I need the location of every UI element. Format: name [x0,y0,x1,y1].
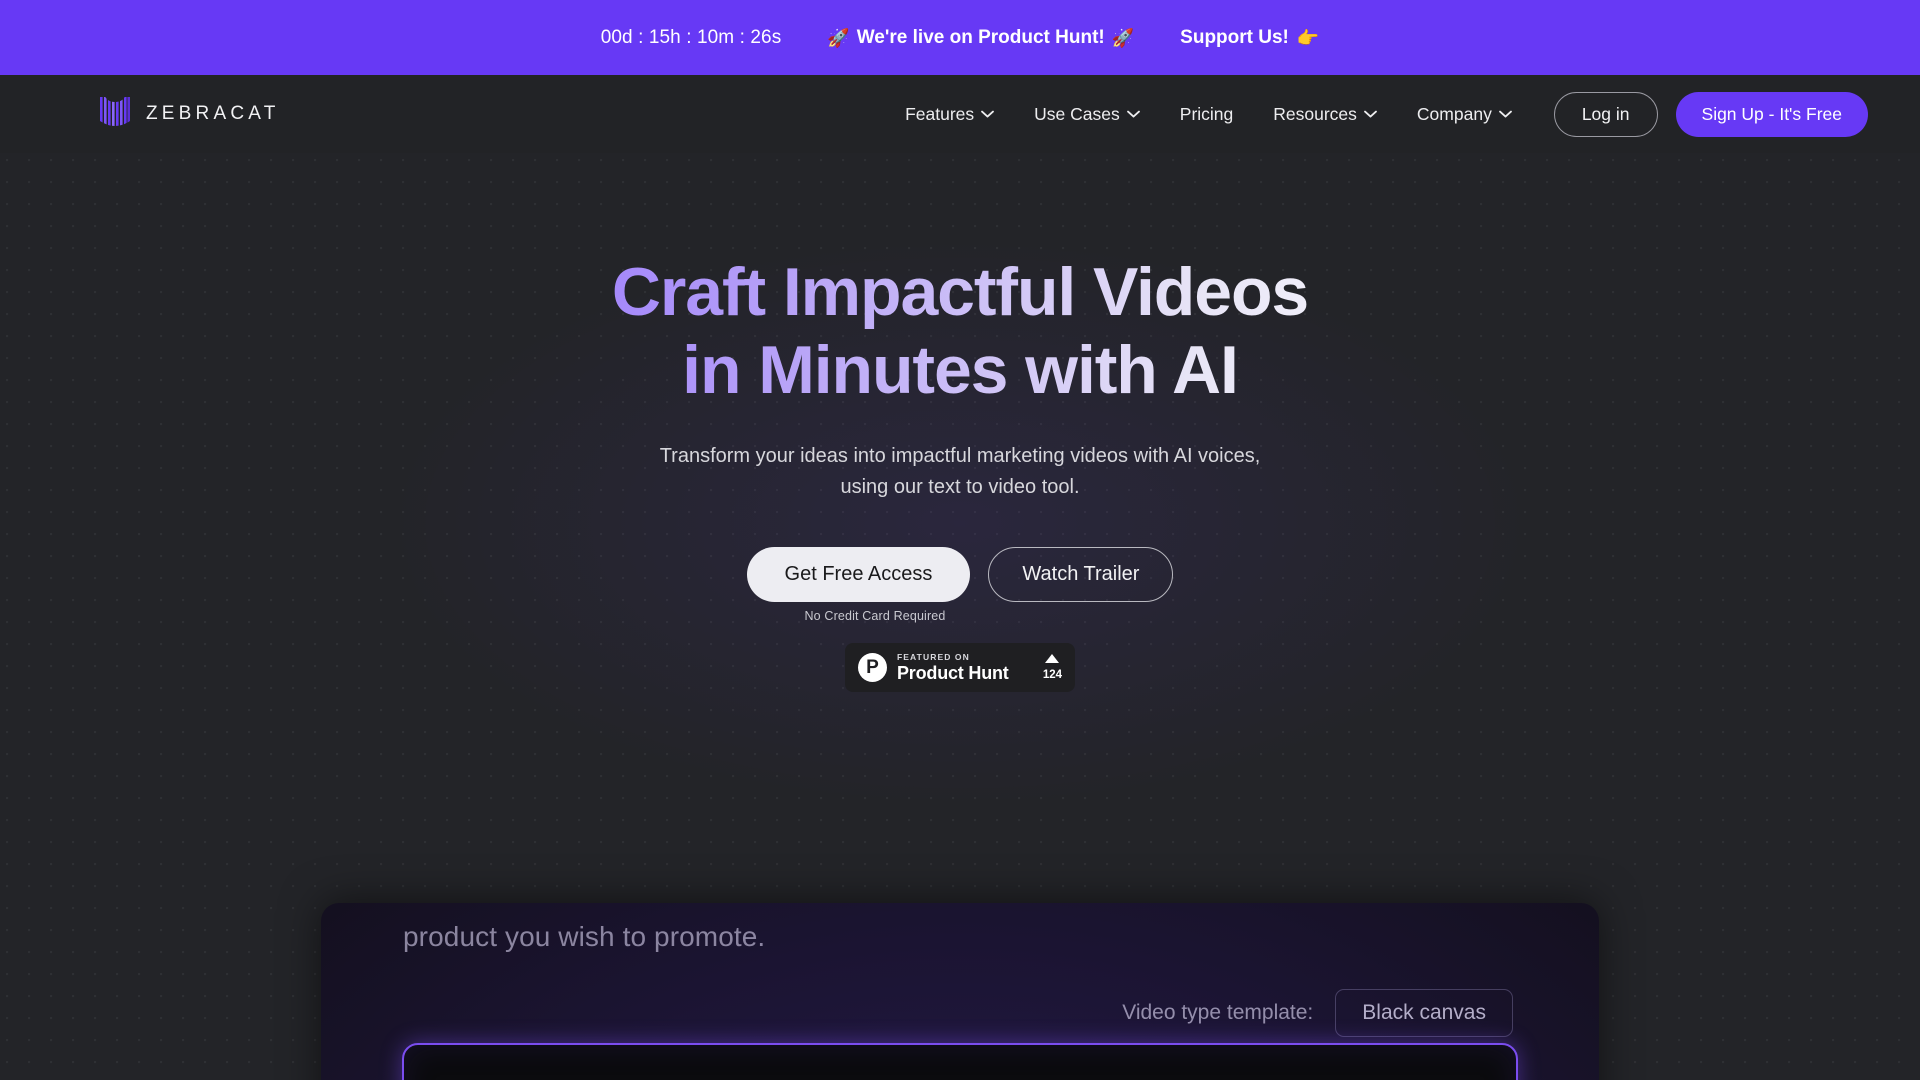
hero-cta-row: Get Free Access Watch Trailer [0,547,1920,603]
featured-on-label: FEATURED ON [897,651,970,662]
nav-item-label: Resources [1273,103,1357,124]
nav-item-use-cases[interactable]: Use Cases [1014,94,1160,135]
brand-name-text: ZEBRACAT [146,103,280,124]
chevron-down-icon [1498,110,1512,118]
headline-line-1: Craft Impactful Videos [611,254,1309,330]
nav-item-label: Use Cases [1034,103,1120,124]
countdown-timer: 00d : 15h : 10m : 26s [600,26,782,48]
app-video-type-template-row: Video type template: Black canvas [1122,989,1513,1037]
nav-item-label: Pricing [1179,103,1234,124]
app-prompt-textarea[interactable]: Generate an engaging short f [402,1043,1518,1080]
app-preview-panel: product you wish to promote. Video type … [321,903,1599,1080]
signup-button[interactable]: Sign Up - It's Free [1675,91,1868,137]
no-credit-card-note: No Credit Card Required [804,609,946,624]
product-hunt-name: Product Hunt [897,663,1009,684]
page-title: Craft Impactful Videos in Minutes with A… [0,254,1920,409]
hero-section: Craft Impactful Videos in Minutes with A… [0,153,1920,1080]
rocket-icon: 🚀 [1111,27,1135,48]
brand-logo-link[interactable]: ZEBRACAT [100,97,280,131]
hero-content: Craft Impactful Videos in Minutes with A… [0,153,1920,693]
hero-subtitle: Transform your ideas into impactful mark… [0,441,1920,503]
chevron-down-icon [1364,110,1377,118]
product-hunt-badge[interactable]: P FEATURED ON Product Hunt 124 [845,643,1075,693]
app-prompt-tail-text: product you wish to promote. [403,921,766,952]
product-hunt-upvotes: 124 [1042,653,1062,682]
get-free-access-button[interactable]: Get Free Access [746,547,971,603]
nav-item-company[interactable]: Company [1397,94,1532,135]
nav-item-pricing[interactable]: Pricing [1160,94,1254,135]
nav-actions: Log in Sign Up - It's Free [1553,91,1868,137]
chevron-down-icon [1126,110,1140,118]
upvote-triangle-icon [1045,653,1060,663]
subtitle-line-1: Transform your ideas into impactful mark… [659,445,1261,468]
live-message-text: We're live on Product Hunt! [856,26,1105,48]
nav-item-resources[interactable]: Resources [1253,94,1397,135]
product-hunt-text: FEATURED ON Product Hunt [897,653,1009,683]
nav-links: Features Use Cases Pricing Resources Com… [885,91,1868,137]
login-button[interactable]: Log in [1553,91,1658,137]
support-us-label: Support Us! [1180,26,1289,48]
zebracat-landing-page: 00d : 15h : 10m : 26s 🚀 We're live on Pr… [0,0,1920,1080]
video-type-template-label: Video type template: [1122,1001,1314,1024]
promo-banner: 00d : 15h : 10m : 26s 🚀 We're live on Pr… [0,0,1920,75]
product-hunt-live-message: 🚀 We're live on Product Hunt! 🚀 [827,27,1134,49]
upvote-count: 124 [1042,668,1062,681]
support-us-link[interactable]: Support Us! 👉 [1180,27,1319,49]
product-hunt-logo-icon: P [858,653,887,683]
subtitle-line-2: using our text to video tool. [840,476,1080,499]
headline-line-2: in Minutes with AI [682,331,1238,408]
nav-item-label: Features [905,103,975,124]
watch-trailer-button[interactable]: Watch Trailer [988,547,1174,603]
main-navigation-bar: ZEBRACAT Features Use Cases Pricing Reso… [0,75,1920,153]
chevron-down-icon [981,110,995,118]
nav-item-label: Company [1416,103,1492,124]
rocket-icon: 🚀 [827,27,850,48]
pointing-hand-icon: 👉 [1296,27,1320,48]
nav-item-features[interactable]: Features [885,94,1014,135]
black-canvas-template-chip[interactable]: Black canvas [1335,989,1513,1037]
zebracat-logo-icon [100,97,130,126]
